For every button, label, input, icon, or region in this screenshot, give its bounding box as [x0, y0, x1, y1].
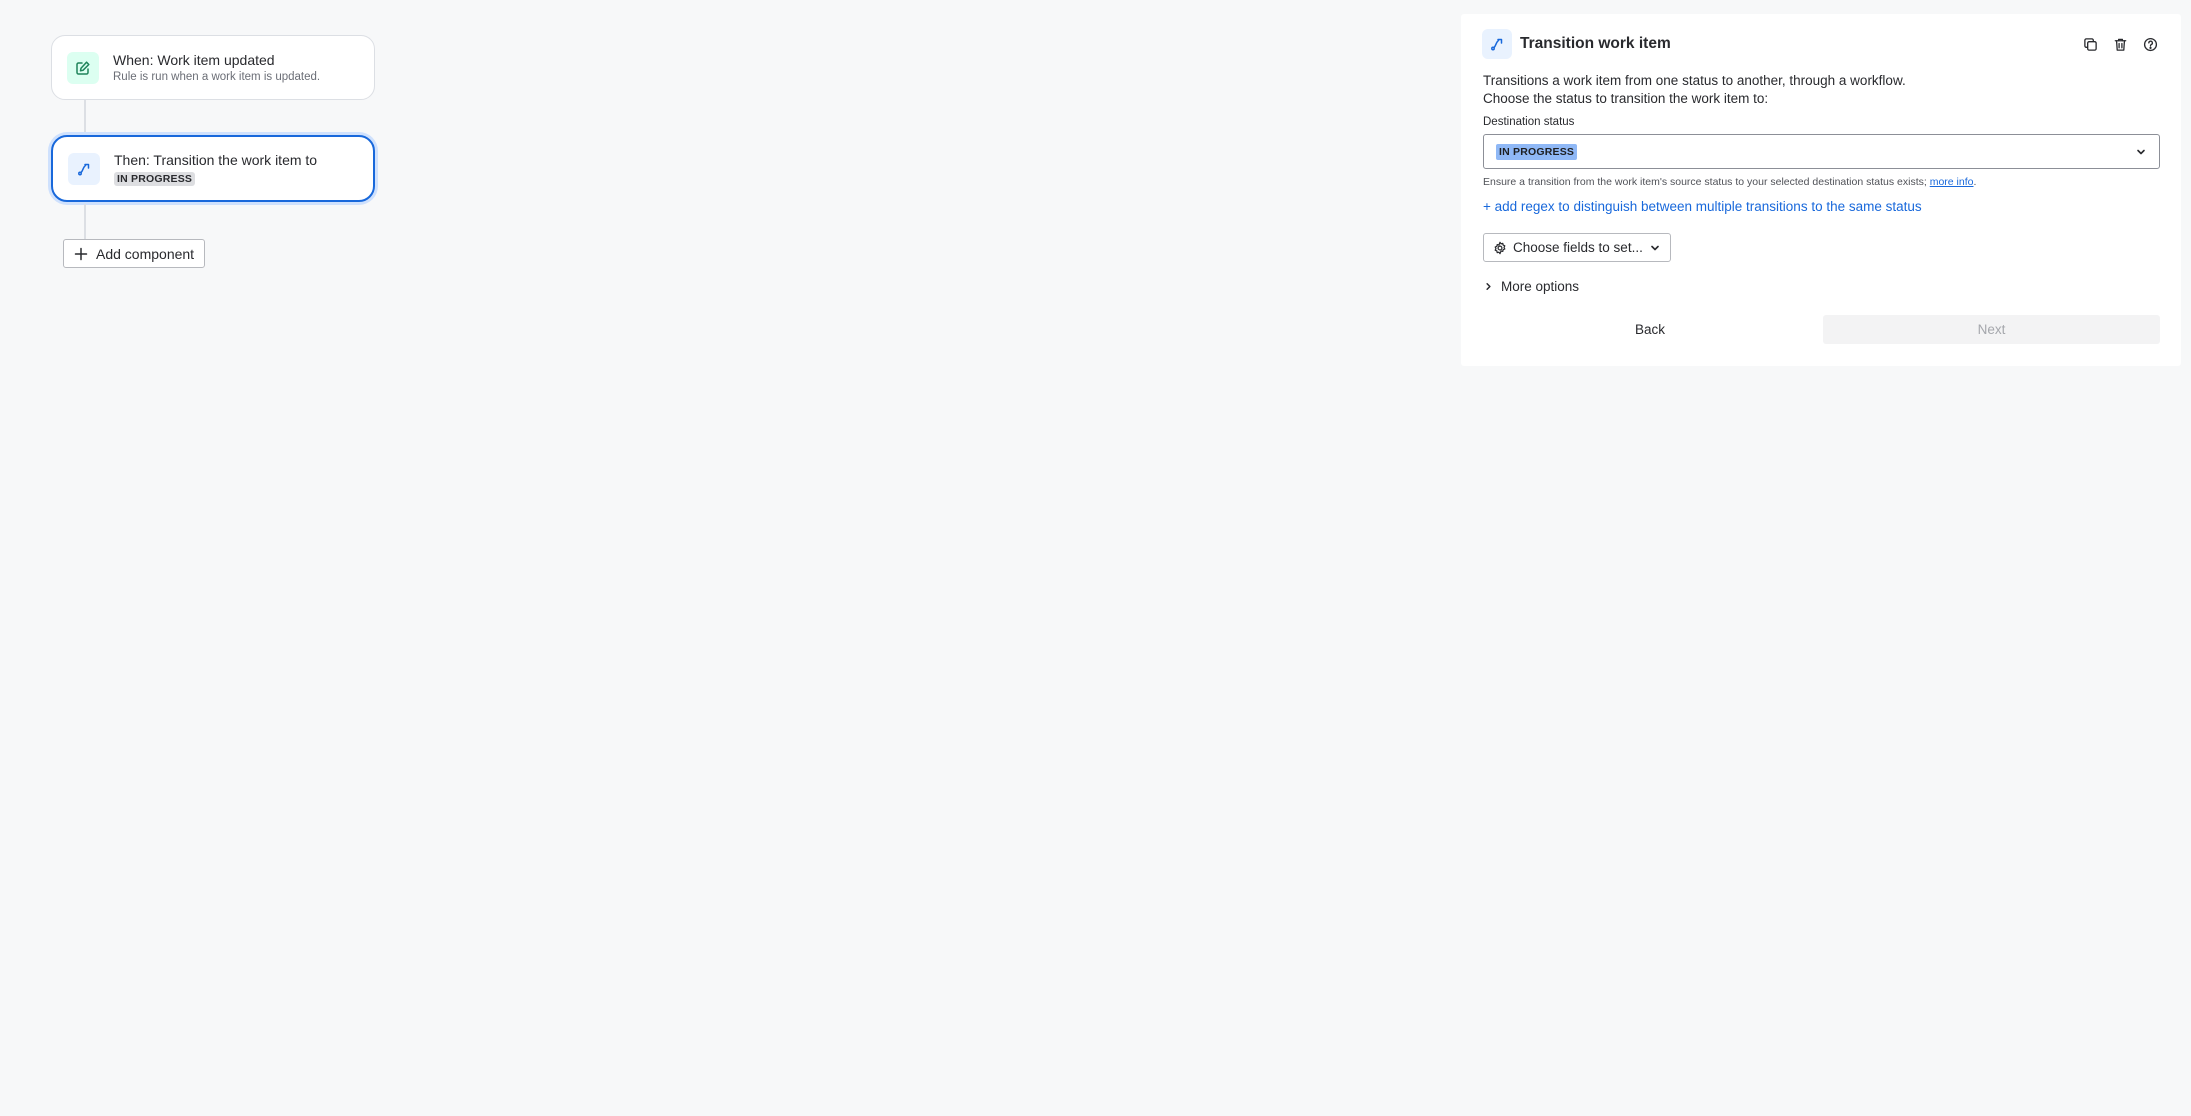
more-options-label: More options [1501, 279, 1580, 294]
destination-status-select[interactable]: IN PROGRESS [1483, 134, 2160, 169]
config-panel: Transition work item Transitions a work … [1461, 14, 2181, 366]
duplicate-icon[interactable] [2080, 34, 2100, 54]
add-component-button[interactable]: Add component [63, 239, 206, 268]
hint-end: . [1973, 176, 1977, 188]
destination-status-label: Destination status [1483, 116, 1575, 128]
chevron-down-icon [1649, 242, 1661, 254]
more-options-toggle[interactable]: More options [1483, 279, 1579, 294]
chevron-down-icon [2135, 146, 2147, 158]
choose-fields-button[interactable]: Choose fields to set... [1483, 233, 1671, 262]
next-button[interactable]: Next [1823, 315, 2160, 344]
gear-icon [1493, 241, 1507, 255]
transition-icon [68, 152, 100, 185]
flow-connector [84, 100, 86, 135]
delete-icon[interactable] [2110, 34, 2130, 54]
choose-fields-label: Choose fields to set... [1513, 240, 1643, 255]
description-line: Transitions a work item from one status … [1483, 73, 1906, 88]
trigger-node[interactable]: When: Work item updated Rule is run when… [51, 35, 375, 100]
hint-text: Ensure a transition from the work item's… [1483, 176, 1927, 188]
trigger-title: When: Work item updated [113, 51, 275, 68]
action-status-lozenge: IN PROGRESS [114, 172, 196, 186]
panel-header: Transition work item [1482, 29, 2160, 59]
destination-status-value: IN PROGRESS [1496, 143, 1578, 160]
panel-description: Transitions a work item from one status … [1483, 72, 1906, 108]
flow-connector [84, 204, 86, 239]
trigger-subtitle: Rule is run when a work item is updated. [113, 70, 321, 83]
more-info-link[interactable]: more info [1930, 176, 1974, 188]
add-component-label: Add component [96, 245, 195, 262]
destination-hint: Ensure a transition from the work item's… [1483, 176, 1976, 188]
edit-icon [67, 51, 99, 84]
panel-title: Transition work item [1520, 35, 1671, 52]
description-line: Choose the status to transition the work… [1483, 91, 1769, 106]
action-title: Then: Transition the work item to [114, 152, 318, 168]
rule-canvas: When: Work item updated Rule is run when… [0, 0, 2191, 1116]
plus-icon [74, 247, 88, 261]
back-button[interactable]: Back [1483, 315, 1817, 344]
help-icon[interactable] [2140, 34, 2160, 54]
chevron-right-icon [1483, 281, 1494, 292]
action-node[interactable]: Then: Transition the work item to IN PRO… [51, 135, 375, 202]
add-regex-link[interactable]: + add regex to distinguish between multi… [1483, 199, 1922, 214]
transition-icon [1482, 29, 1512, 59]
